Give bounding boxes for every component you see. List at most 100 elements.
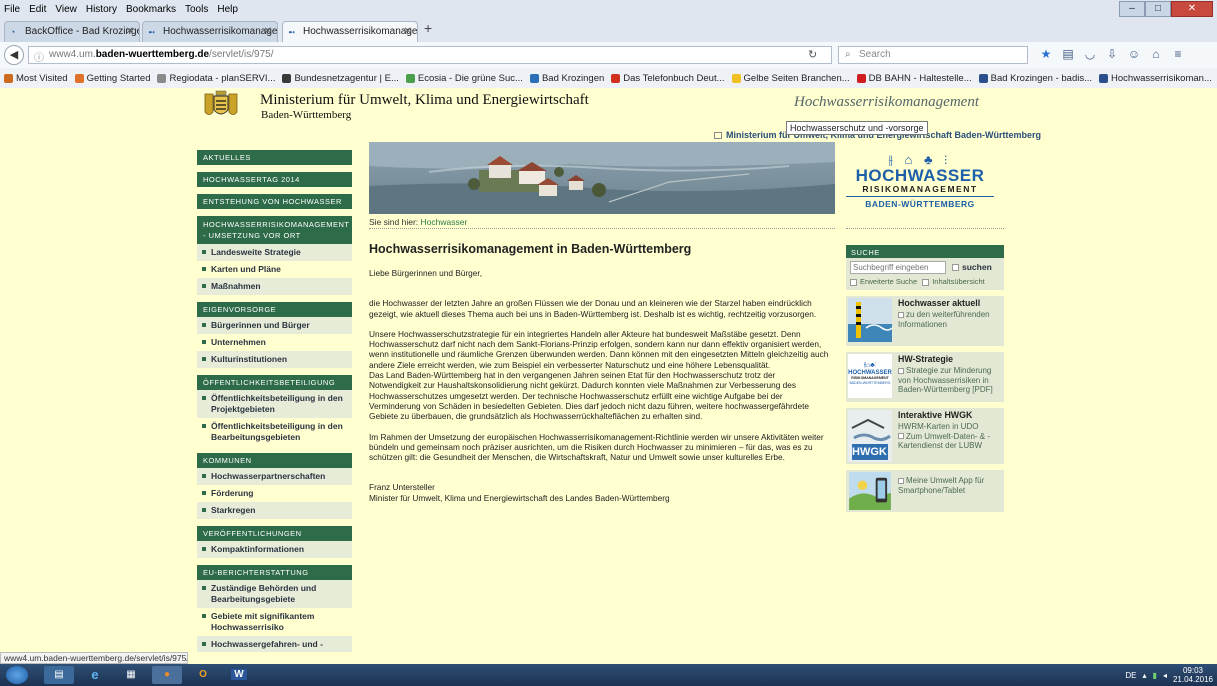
close-tab-icon[interactable]: ✕ — [126, 26, 134, 37]
bookmark-item[interactable]: Bundesnetzagentur | E... — [282, 72, 399, 84]
nav-item[interactable]: Maßnahmen — [197, 278, 352, 295]
teaser-text[interactable]: Strategie zur Minderung von Hochwasserri… — [898, 366, 1002, 395]
home-icon[interactable]: ⌂ — [1145, 47, 1167, 61]
nav-item[interactable]: Zuständige Behörden und Bearbeitungsgebi… — [197, 580, 352, 608]
word-icon[interactable]: W — [224, 666, 254, 684]
nav-section-heading[interactable]: KOMMUNEN — [197, 453, 352, 468]
menu-history[interactable]: History — [86, 4, 117, 15]
bookmark-item[interactable]: Gelbe Seiten Branchen... — [731, 73, 850, 84]
teaser-hochwasser-aktuell[interactable]: Hochwasser aktuell zu den weiterführende… — [846, 296, 1004, 346]
close-tab-icon[interactable]: ✕ — [264, 26, 272, 37]
advanced-search-link[interactable]: Erweiterte Suche — [860, 277, 917, 286]
tray-network-icon[interactable]: ▮ — [1153, 671, 1157, 680]
bookmark-star-icon[interactable]: ★ — [1035, 47, 1057, 61]
system-tray: DE ▴ ▮ ◂ 09:03 21.04.2016 — [1125, 664, 1217, 686]
nav-item[interactable]: Kulturinstitutionen — [197, 351, 352, 368]
bookmark-item[interactable]: Ecosia - Die grüne Suc... — [405, 73, 523, 84]
nav-item[interactable]: Öffentlichkeitsbeteiligung in den Projek… — [197, 390, 352, 418]
tab-hochwasser-1[interactable]: ➻ Hochwasserrisikomanage... ✕ — [142, 21, 278, 42]
browser-search-input[interactable]: ⌕ Search — [838, 46, 1028, 64]
nav-item[interactable]: Landesweite Strategie — [197, 244, 352, 261]
nav-item[interactable]: Karten und Pläne — [197, 261, 352, 278]
teaser-interaktive-hwgk[interactable]: HWGK Interaktive HWGK HWRM-Karten in UDO… — [846, 408, 1004, 464]
menu-icon[interactable]: ≡ — [1167, 47, 1189, 61]
clock[interactable]: 09:03 21.04.2016 — [1173, 666, 1213, 684]
new-tab-button[interactable]: + — [424, 20, 432, 36]
ministry-name[interactable]: Ministerium für Umwelt, Klima und Energi… — [260, 92, 589, 109]
tray-arrow-icon[interactable]: ▴ — [1143, 671, 1147, 680]
maximize-button[interactable]: □ — [1145, 1, 1171, 17]
nav-section-heading[interactable]: ENTSTEHUNG VON HOCHWASSER — [197, 194, 352, 209]
breadcrumb-link-hochwasser[interactable]: Hochwasser — [421, 217, 468, 227]
bookmark-item[interactable]: Hochwasserrisikoman... — [1099, 73, 1212, 84]
minimize-button[interactable]: – — [1119, 1, 1145, 17]
paragraph-4: Im Rahmen der Umsetzung der europäischen… — [369, 431, 824, 463]
nav-section-heading[interactable]: AKTUELLES — [197, 150, 352, 165]
nav-item[interactable]: Unternehmen — [197, 334, 352, 351]
teaser-text[interactable]: Meine Umwelt App für Smartphone/Tablet — [898, 476, 1002, 495]
bookmark-item[interactable]: Bad Krozingen - badis... — [978, 73, 1092, 84]
outlook-icon[interactable]: O — [188, 666, 218, 684]
tab-hochwasser-2[interactable]: ➻ Hochwasserrisikomanage... ✕ — [282, 21, 418, 43]
menu-view[interactable]: View — [55, 4, 77, 15]
site-search-input[interactable] — [850, 261, 946, 274]
teaser-hw-strategie[interactable]: ⫲⌂♣⫶ HOCHWASSER RISIKOMANAGEMENT BADEN-W… — [846, 352, 1004, 402]
nav-item[interactable]: Hochwassergefahren- und -risikokarten — [197, 636, 352, 652]
nav-section-heading[interactable]: EIGENVORSORGE — [197, 302, 352, 317]
bookmarks-list-icon[interactable]: ▤ — [1057, 47, 1079, 61]
reload-icon[interactable]: ↻ — [808, 48, 817, 61]
pocket-icon[interactable]: ◡ — [1079, 47, 1101, 61]
nav-item[interactable]: Öffentlichkeitsbeteiligung in den Bearbe… — [197, 418, 352, 446]
nav-item[interactable]: Gebiete mit signifikantem Hochwasserrisi… — [197, 608, 352, 636]
tab-backoffice[interactable]: ◔ BackOffice - Bad Krozinge... ✕ — [4, 21, 140, 42]
teaser-umwelt-app[interactable]: Meine Umwelt App für Smartphone/Tablet — [846, 470, 1004, 512]
menu-file[interactable]: File — [4, 4, 20, 15]
file-explorer-icon[interactable]: ▤ — [44, 666, 74, 684]
bookmark-item[interactable]: Most Visited — [4, 73, 68, 84]
menu-edit[interactable]: Edit — [29, 4, 46, 15]
nav-item[interactable]: Bürgerinnen und Bürger — [197, 317, 352, 334]
bookmark-item[interactable]: DB BAHN - Haltestelle... — [856, 73, 972, 84]
url-path: /servlet/is/975/ — [209, 49, 274, 60]
nav-section-heading[interactable]: EU-BERICHTERSTATTUNG — [197, 565, 352, 580]
bookmark-label: Regiodata - planSERVI... — [169, 72, 276, 84]
sync-icon[interactable]: ☺ — [1123, 47, 1145, 61]
web-page: Ministerium für Umwelt, Klima und Energi… — [0, 88, 1217, 652]
bookmark-item[interactable]: Getting Started — [74, 73, 150, 84]
teaser-text[interactable]: zu den weiterführenden Informationen — [898, 310, 1002, 329]
nav-item[interactable]: Kompaktinformationen — [197, 541, 352, 558]
content-overview-link[interactable]: Inhaltsübersicht — [932, 277, 985, 286]
bookmark-item[interactable]: Das Telefonbuch Deut... — [611, 73, 725, 84]
nav-section-heading[interactable]: HOCHWASSERRISIKOMANAGEMENT - UMSETZUNG V… — [197, 216, 352, 244]
nav-section-heading[interactable]: ÖFFENTLICHKEITSBETEILIGUNG — [197, 375, 352, 390]
nav-section-heading[interactable]: HOCHWASSERTAG 2014 — [197, 172, 352, 187]
nav-item[interactable]: Starkregen — [197, 502, 352, 519]
nav-item[interactable]: Hochwasserpartnerschaften — [197, 468, 352, 485]
internet-explorer-icon[interactable]: e — [80, 666, 110, 684]
nav-item[interactable]: Förderung — [197, 485, 352, 502]
tray-volume-icon[interactable]: ◂ — [1163, 671, 1167, 680]
menu-tools[interactable]: Tools — [185, 4, 208, 15]
back-button[interactable]: ◀ — [4, 45, 24, 65]
menu-help[interactable]: Help — [217, 4, 238, 15]
close-window-button[interactable]: ✕ — [1171, 1, 1213, 17]
nav-section-heading[interactable]: VERÖFFENTLICHUNGEN — [197, 526, 352, 541]
bookmark-label: Bundesnetzagentur | E... — [294, 72, 399, 84]
network-icon[interactable]: ▦ — [116, 666, 146, 684]
teaser-subtitle: HWRM-Karten in UDO — [898, 422, 979, 431]
bookmark-item[interactable]: Bad Krozingen — [529, 73, 604, 84]
start-button[interactable] — [6, 666, 28, 684]
firefox-icon[interactable]: ● — [152, 666, 182, 684]
bookmark-item[interactable]: Regiodata - planSERVI... — [157, 73, 275, 84]
hochwasser-logo[interactable]: ⫲ ⌂ ♣ ⫶ HOCHWASSER RISIKOMANAGEMENT BADE… — [846, 152, 994, 210]
url-bar[interactable]: ⓘ www4.um.baden-wuerttemberg.de/servlet/… — [28, 46, 832, 64]
site-info-icon[interactable]: ⓘ — [34, 49, 44, 63]
close-tab-icon[interactable]: ✕ — [404, 26, 412, 37]
teaser-link: Strategie zur Minderung von Hochwasserri… — [898, 366, 993, 395]
search-button[interactable]: suchen — [952, 262, 992, 272]
menu-bookmarks[interactable]: Bookmarks — [126, 4, 176, 15]
downloads-icon[interactable]: ⇩ — [1101, 47, 1123, 61]
teaser-text[interactable]: HWRM-Karten in UDO Zum Umwelt-Daten- & -… — [898, 422, 1002, 451]
coat-of-arms-logo[interactable] — [199, 90, 243, 120]
language-indicator[interactable]: DE — [1125, 671, 1136, 680]
